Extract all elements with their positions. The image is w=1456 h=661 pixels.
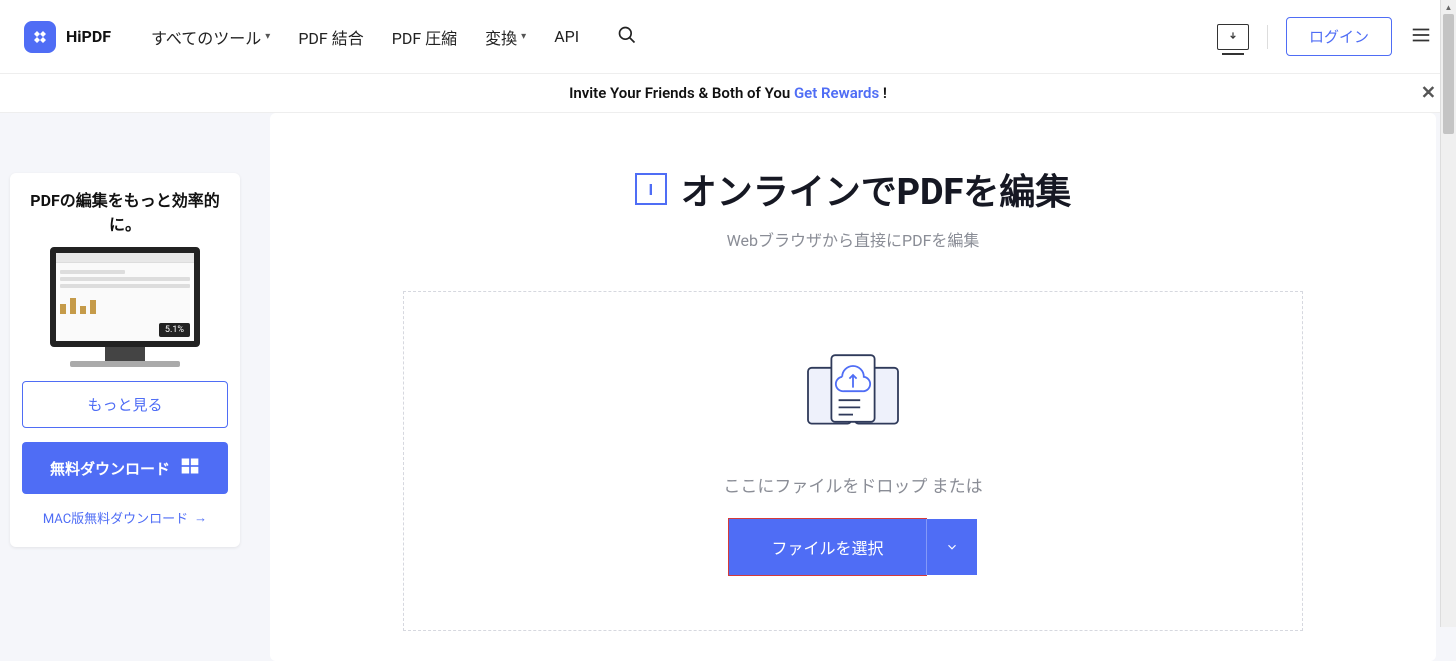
scrollbar[interactable]: ▲ — [1440, 0, 1456, 627]
free-download-button[interactable]: 無料ダウンロード — [22, 442, 228, 494]
divider — [1267, 25, 1268, 49]
nav-merge[interactable]: PDF 結合 — [298, 25, 363, 49]
banner-suffix: ! — [879, 84, 887, 102]
subtitle: Webブラウザから直接にPDFを編集 — [300, 227, 1406, 251]
header-left: HiPDF すべてのツール ▾ PDF 結合 PDF 圧縮 変換 ▾ API — [24, 21, 637, 53]
see-more-button[interactable]: もっと見る — [22, 381, 228, 428]
nav-all-tools[interactable]: すべてのツール ▾ — [151, 25, 270, 49]
mac-link-label: MAC版無料ダウンロード — [43, 508, 188, 527]
nav: すべてのツール ▾ PDF 結合 PDF 圧縮 変換 ▾ API — [151, 25, 637, 49]
page-title: オンラインでPDFを編集 — [681, 163, 1071, 215]
dropzone[interactable]: ここにファイルをドロップ または ファイルを選択 — [403, 291, 1303, 631]
choose-file-dropdown[interactable] — [926, 519, 977, 575]
upload-illustration-icon — [798, 348, 908, 442]
page: PDFの編集をもっと効率的に。 — [0, 113, 1456, 661]
main-panel: I オンラインでPDFを編集 Webブラウザから直接にPDFを編集 ここにファイ… — [270, 113, 1436, 661]
sidebar: PDFの編集をもっと効率的に。 — [10, 173, 240, 547]
mac-download-link[interactable]: MAC版無料ダウンロード → — [43, 508, 207, 527]
choose-file-button[interactable]: ファイルを選択 — [729, 519, 925, 575]
windows-icon — [180, 456, 200, 480]
logo-text: HiPDF — [66, 27, 111, 46]
scrollbar-thumb[interactable] — [1443, 14, 1454, 134]
promo-banner: Invite Your Friends & Both of You Get Re… — [0, 74, 1456, 113]
sidebar-title: PDFの編集をもっと効率的に。 — [22, 189, 228, 237]
edit-text-icon: I — [635, 173, 667, 205]
search-icon[interactable] — [617, 25, 637, 49]
header: HiPDF すべてのツール ▾ PDF 結合 PDF 圧縮 変換 ▾ API ロ… — [0, 0, 1456, 74]
nav-api[interactable]: API — [554, 27, 579, 46]
monitor-badge: 5.1% — [159, 323, 190, 337]
arrow-right-icon: → — [194, 510, 207, 526]
nav-label: すべてのツール — [151, 25, 261, 49]
nav-convert[interactable]: 変換 ▾ — [485, 25, 526, 49]
logo[interactable]: HiPDF — [24, 21, 111, 53]
header-right: ログイン — [1217, 17, 1432, 56]
drop-text: ここにファイルをドロップ または — [723, 472, 982, 497]
nav-label: 変換 — [485, 25, 517, 49]
chevron-down-icon — [945, 540, 959, 554]
scroll-up-icon[interactable]: ▲ — [1441, 0, 1456, 14]
title-row: I オンラインでPDFを編集 — [300, 163, 1406, 215]
chevron-down-icon: ▾ — [265, 31, 270, 42]
free-download-label: 無料ダウンロード — [50, 458, 170, 479]
download-desktop-icon[interactable] — [1217, 24, 1249, 50]
login-button[interactable]: ログイン — [1286, 17, 1392, 56]
nav-compress[interactable]: PDF 圧縮 — [392, 25, 457, 49]
menu-icon[interactable] — [1410, 24, 1432, 50]
chevron-down-icon: ▾ — [521, 31, 526, 42]
logo-icon — [24, 21, 56, 53]
file-button-group: ファイルを選択 — [729, 519, 976, 575]
banner-prefix: Invite Your Friends & Both of You — [569, 84, 794, 102]
banner-link[interactable]: Get Rewards — [794, 84, 879, 102]
close-icon[interactable]: ✕ — [1421, 83, 1436, 104]
monitor-illustration: 5.1% — [22, 247, 228, 367]
